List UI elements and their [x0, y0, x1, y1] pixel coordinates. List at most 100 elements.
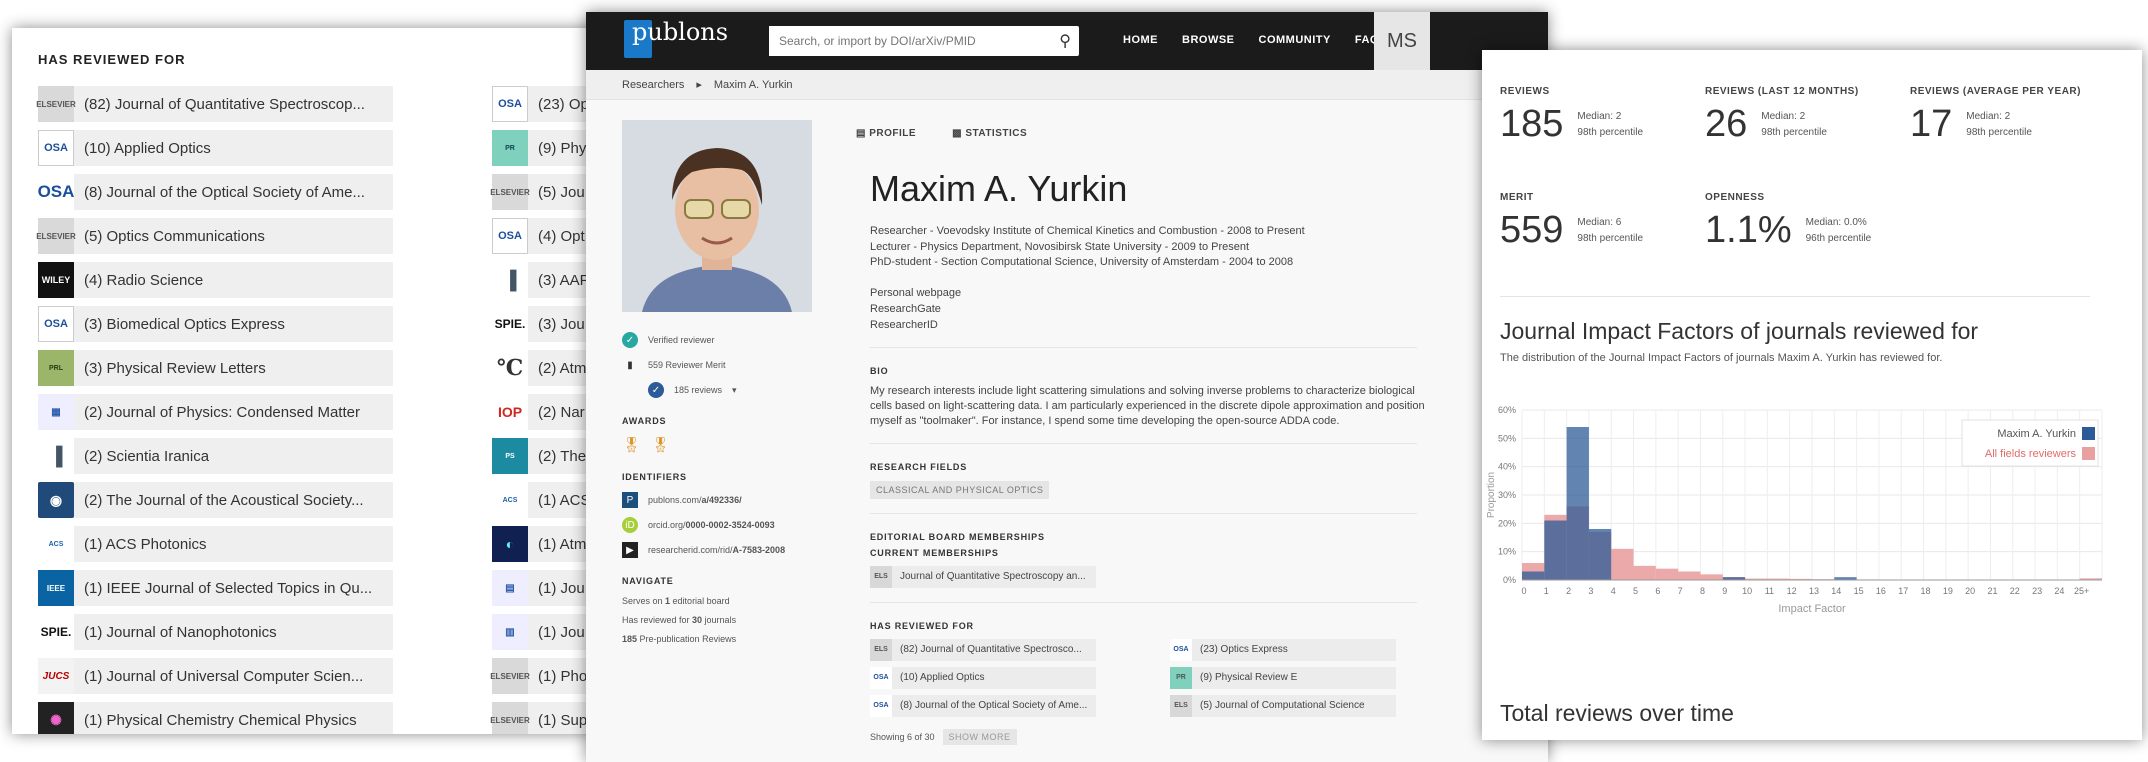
journal-logo-icon: ELSEVIER: [492, 658, 528, 694]
link-researcherid[interactable]: ResearcherID: [870, 317, 1417, 333]
journal-row[interactable]: ELSEVIER(5) Optics Communications: [38, 218, 393, 254]
stat-label: OPENNESS: [1705, 192, 1871, 203]
journal-row[interactable]: SPIE.(1) Journal of Nanophotonics: [38, 614, 393, 650]
journal-row[interactable]: ▦(2) Journal of Physics: Condensed Matte…: [38, 394, 393, 430]
journal-row[interactable]: ✺(1) Physical Chemistry Chemical Physics: [38, 702, 393, 734]
journal-name: (10) Applied Optics: [84, 140, 211, 157]
nav-community[interactable]: COMMUNITY: [1259, 34, 1331, 46]
divider: [870, 513, 1417, 514]
stat-median: Median: 0.0%: [1806, 217, 1867, 228]
verified-shield-icon: ✓: [622, 332, 638, 348]
membership-item[interactable]: ELS Journal of Quantitative Spectroscopy…: [870, 566, 1096, 588]
reviewed-journal-item[interactable]: PR(9) Physical Review E: [1170, 667, 1396, 689]
journal-name: (23) Optics Express: [1200, 644, 1288, 655]
journal-logo-icon: ▦: [38, 394, 74, 430]
x-tick-label: 3: [1588, 586, 1593, 596]
journal-logo-icon: ELSEVIER: [38, 86, 74, 122]
reviewed-journal-item[interactable]: ELS(5) Journal of Computational Science: [1170, 695, 1396, 717]
search-input[interactable]: [769, 26, 1029, 56]
x-tick-label: 25+: [2074, 586, 2089, 596]
reviewed-journal-item[interactable]: ELS(82) Journal of Quantitative Spectros…: [870, 639, 1096, 661]
legend-label: Maxim A. Yurkin: [1997, 428, 2076, 440]
profile-links: Personal webpage ResearchGate Researcher…: [870, 285, 1417, 333]
nav-reviews-link[interactable]: 185 Pre-publication Reviews: [622, 634, 812, 644]
id-orcid[interactable]: iD orcid.org/0000-0002-3524-0093: [622, 517, 812, 533]
journal-name: (82) Journal of Quantitative Spectrosco.…: [900, 644, 1082, 655]
x-tick-label: 0: [1521, 586, 1526, 596]
search-icon[interactable]: ⚲: [1059, 31, 1071, 51]
tab-statistics[interactable]: ▩ STATISTICS: [952, 128, 1027, 139]
y-tick-label: 60%: [1498, 405, 1516, 415]
journal-name: (1) Atm: [538, 536, 586, 553]
id-orcid-text: orcid.org/0000-0002-3524-0093: [648, 520, 775, 530]
nav1-post: editorial board: [670, 596, 730, 606]
showing-count: Showing 6 of 30: [870, 732, 935, 742]
nav-browse[interactable]: BROWSE: [1182, 34, 1235, 46]
stat-median: Median: 6: [1577, 217, 1621, 228]
journal-row[interactable]: JUCS(1) Journal of Universal Computer Sc…: [38, 658, 393, 694]
stat-median: Median: 2: [1577, 111, 1621, 122]
breadcrumb-researchers[interactable]: Researchers: [622, 79, 684, 91]
search-box: ⚲: [769, 26, 1079, 56]
journal-logo-icon: ▐: [38, 438, 74, 474]
nav-editorial-link[interactable]: Serves on 1 editorial board: [622, 596, 812, 606]
current-memberships-heading: CURRENT MEMBERSHIPS: [870, 548, 1417, 558]
show-more-button[interactable]: SHOW MORE: [943, 729, 1017, 745]
journal-row[interactable]: ELSEVIER (82) Journal of Quantitative Spe…: [38, 86, 393, 122]
bar-author: [1544, 521, 1566, 581]
nav-home[interactable]: HOME: [1123, 34, 1158, 46]
profile-photo-image: [622, 120, 812, 312]
link-researchgate[interactable]: ResearchGate: [870, 301, 1417, 317]
user-avatar[interactable]: MS: [1374, 12, 1430, 70]
journal-logo-icon: IOP: [492, 394, 528, 430]
x-tick-label: 13: [1809, 586, 1819, 596]
divider: [870, 347, 1417, 348]
bar-author: [1522, 572, 1544, 581]
reviewed-journal-item[interactable]: OSA(10) Applied Optics: [870, 667, 1096, 689]
y-tick-label: 30%: [1498, 490, 1516, 500]
x-tick-label: 11: [1765, 586, 1774, 596]
journal-row[interactable]: PRL (3) Physical Review Letters: [38, 350, 393, 386]
reviewer-merit: ▮ 559 Reviewer Merit: [622, 357, 812, 373]
reviews-dropdown[interactable]: ✓ 185 reviews ▾: [622, 382, 812, 398]
stat-value: 26: [1705, 105, 1747, 143]
journal-row[interactable]: OSA(8) Journal of the Optical Society of…: [38, 174, 393, 210]
journal-name: (1) ACS: [538, 492, 591, 509]
research-field-tag[interactable]: CLASSICAL AND PHYSICAL OPTICS: [870, 481, 1049, 499]
journal-logo-icon: PRL: [38, 350, 74, 386]
id-publons[interactable]: P publons.com/a/492336/: [622, 492, 812, 508]
stat-percentile: 98th percentile: [1761, 127, 1827, 138]
nav-journals-link[interactable]: Has reviewed for 30 journals: [622, 615, 812, 625]
identifiers-heading: IDENTIFIERS: [622, 472, 812, 482]
id-rid-text: researcherid.com/rid/A-7583-2008: [648, 545, 785, 555]
journal-row[interactable]: OSA(3) Biomedical Optics Express: [38, 306, 393, 342]
journal-row[interactable]: ACS(1) ACS Photonics: [38, 526, 393, 562]
journal-logo-icon: ACS: [492, 482, 528, 518]
x-tick-label: 9: [1722, 586, 1727, 596]
journal-name: (82) Journal of Quantitative Spectroscop…: [84, 96, 365, 113]
navigate-heading: NAVIGATE: [622, 576, 812, 586]
journal-name: (1) ACS Photonics: [84, 536, 207, 553]
impact-factor-chart: 0%10%20%30%40%50%60%01234567891011121314…: [1482, 390, 2122, 690]
journal-logo-icon: WILEY: [38, 262, 74, 298]
id-researcherid[interactable]: ▶ researcherid.com/rid/A-7583-2008: [622, 542, 812, 558]
id-publons-value: a/492336/: [702, 495, 742, 505]
journal-row[interactable]: ▐(2) Scientia Iranica: [38, 438, 393, 474]
award-medal-icon[interactable]: 🎖: [651, 436, 670, 454]
journal-row[interactable]: IEEE(1) IEEE Journal of Selected Topics …: [38, 570, 393, 606]
bar-author: [1589, 529, 1611, 580]
journal-name: (3) Physical Review Letters: [84, 360, 266, 377]
reviewed-journal-item[interactable]: OSA(8) Journal of the Optical Society of…: [870, 695, 1096, 717]
researcher-name: Maxim A. Yurkin: [842, 168, 1417, 210]
tab-profile[interactable]: ▤ PROFILE: [856, 128, 916, 139]
x-tick-label: 21: [1987, 586, 1997, 596]
link-personal-webpage[interactable]: Personal webpage: [870, 285, 1417, 301]
journal-row[interactable]: WILEY(4) Radio Science: [38, 262, 393, 298]
profile-page-panel: publons ⚲ HOME BROWSE COMMUNITY FAQ MS R…: [586, 12, 1548, 762]
journal-row[interactable]: ◉(2) The Journal of the Acoustical Socie…: [38, 482, 393, 518]
journal-row[interactable]: OSA(10) Applied Optics: [38, 130, 393, 166]
award-medal-icon[interactable]: 🎖: [622, 436, 641, 454]
stat-merit: MERIT 559 Median: 698th percentile: [1500, 192, 1643, 249]
reviewed-journal-item[interactable]: OSA(23) Optics Express: [1170, 639, 1396, 661]
publons-logo[interactable]: publons: [624, 18, 728, 58]
